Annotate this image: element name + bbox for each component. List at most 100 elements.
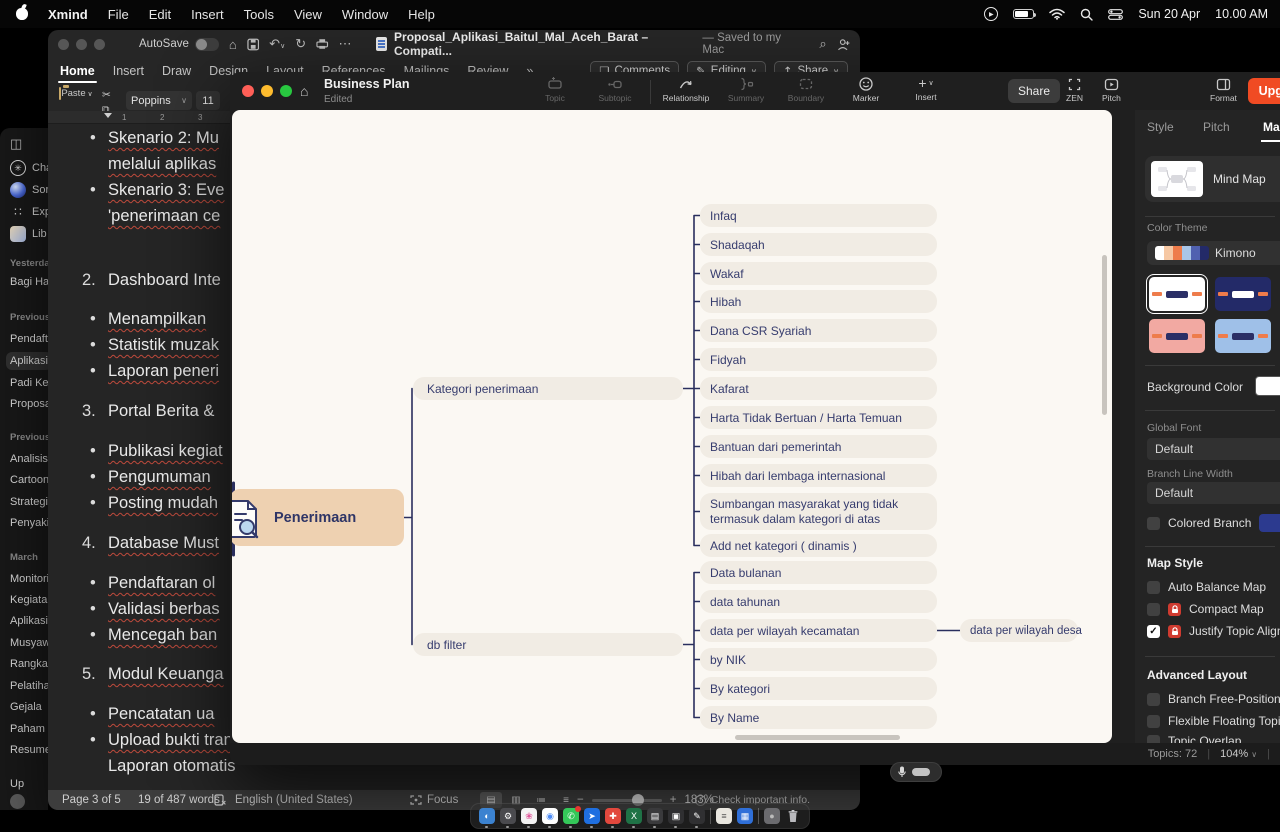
topic-by-kategori[interactable]: By kategori [700,677,937,700]
more-icon[interactable]: ⋯ [339,36,352,52]
insert-button[interactable]: + ∨ Insert [901,76,951,104]
menu-app-name[interactable]: Xmind [48,7,88,22]
menu-file[interactable]: File [108,7,129,22]
upgrade-button[interactable]: Upgrade [1248,78,1280,104]
justify-alignment-checkbox[interactable]: ✓ [1147,625,1160,638]
close-icon[interactable] [58,39,69,50]
dock-camera-app[interactable]: ▣ [668,808,684,824]
zen-button[interactable]: ZEN [1066,77,1083,103]
sidebar-item[interactable]: Paham [10,723,48,735]
menu-insert[interactable]: Insert [191,7,224,22]
menubar-date[interactable]: Sun 20 Apr [1138,7,1200,21]
user-avatar[interactable] [10,794,25,809]
sidebar-item[interactable]: Pendafta [10,333,48,345]
autosave-toggle[interactable] [195,38,219,51]
menu-help[interactable]: Help [408,7,435,22]
battery-icon[interactable] [1013,9,1034,19]
zoom-slider[interactable] [592,799,662,802]
sidebar-nav-explore[interactable]: ∷Exp [10,204,48,220]
format-button[interactable]: Format [1210,77,1237,103]
tab-home[interactable]: Home [60,64,95,78]
color-theme-select[interactable]: Kimono ∨ [1147,241,1280,265]
sidebar-toggle-icon[interactable]: ◫ [10,136,22,152]
sidebar-item[interactable]: Kegiatan [10,594,48,606]
dock-safari[interactable]: ➤ [584,808,600,824]
undo-icon[interactable]: ↶∨ [269,36,285,52]
topic-bantuan-pemerintah[interactable]: Bantuan dari pemerintah [700,435,937,458]
topic-kategori-penerimaan[interactable]: Kategori penerimaan [413,377,683,400]
proofing-icon[interactable] [214,794,226,806]
redo-icon[interactable]: ↻ [295,36,306,52]
dock-blue-app[interactable]: ▦ [737,808,753,824]
indent-marker[interactable] [104,113,112,118]
topic-data-desa[interactable]: data per wilayah desa [960,619,1078,642]
search-icon[interactable]: ⌕ [819,36,826,52]
dock-trash[interactable] [785,808,801,824]
dock-finder[interactable]: ◐ [479,808,495,824]
save-icon[interactable] [247,38,259,51]
topic-wakaf[interactable]: Wakaf [700,262,937,285]
sidebar-item[interactable]: Cartoon [10,474,48,486]
dock-settings[interactable]: ⚙ [500,808,516,824]
sidebar-item[interactable]: Analisis [10,453,48,465]
minimize-icon[interactable] [76,39,87,50]
marker-button[interactable]: Marker [841,76,891,104]
wifi-icon[interactable] [1049,8,1065,20]
dock-gray-app[interactable]: ● [764,808,780,824]
share-presence-icon[interactable] [837,38,850,51]
topic-harta-tidak-bertuan[interactable]: Harta Tidak Bertuan / Harta Temuan [700,406,937,429]
canvas-zoom-level[interactable]: 104% ∨ [1220,748,1257,760]
menu-tools[interactable]: Tools [244,7,274,22]
sidebar-nav-sora[interactable]: Sor [10,182,48,198]
sidebar-item[interactable]: Musyaw [10,637,48,649]
topic-dana-csr[interactable]: Dana CSR Syariah [700,319,937,342]
sidebar-item[interactable]: Strategi [10,496,48,508]
share-button[interactable]: Share [1008,79,1060,103]
zoom-window-icon[interactable] [94,39,105,50]
language-indicator[interactable]: English (United States) [235,794,353,806]
topic-by-nik[interactable]: by NIK [700,648,937,671]
dock-whatsapp[interactable]: ✆ [563,808,579,824]
branch-width-select[interactable]: Default [1147,482,1280,504]
sidebar-item[interactable]: Penyakit [10,517,48,529]
spotlight-icon[interactable] [1080,8,1093,21]
mindmap-canvas[interactable]: Penerimaan Kategori penerimaan db filter… [232,110,1112,743]
apple-icon[interactable] [16,8,28,20]
dictation-indicator[interactable] [890,762,942,782]
paste-button[interactable]: Paste ∨ [58,88,94,99]
menu-view[interactable]: View [294,7,322,22]
topic-button[interactable]: Topic [530,76,580,104]
topic-shadaqah[interactable]: Shadaqah [700,233,937,256]
minimize-icon[interactable] [261,85,273,97]
vertical-scrollbar[interactable] [1102,255,1107,415]
topic-data-kecamatan[interactable]: data per wilayah kecamatan [700,619,937,642]
theme-thumb-selected[interactable] [1149,277,1205,311]
auto-balance-checkbox[interactable] [1147,581,1160,594]
sidebar-item-selected[interactable]: Aplikasi [6,352,48,370]
tab-insert[interactable]: Insert [113,64,144,78]
sidebar-item[interactable]: Padi Ken [10,377,48,389]
print-icon[interactable] [316,38,328,50]
home-icon[interactable]: ⌂ [300,83,308,99]
zoom-window-icon[interactable] [280,85,292,97]
branch-free-positioning-checkbox[interactable] [1147,693,1160,706]
topic-kafarat[interactable]: Kafarat [700,377,937,400]
dock-chrome[interactable]: ◉ [542,808,558,824]
topic-hibah[interactable]: Hibah [700,290,937,313]
close-icon[interactable] [242,85,254,97]
sidebar-item[interactable]: Rangkai [10,658,48,670]
theme-thumb[interactable] [1149,319,1205,353]
summary-button[interactable]: Summary [721,76,771,104]
sidebar-item[interactable]: Monitori [10,573,48,585]
theme-thumb[interactable] [1215,319,1271,353]
sidebar-item[interactable]: Pelatiha [10,680,48,692]
sidebar-item[interactable]: Bagi Has [10,276,48,288]
home-icon[interactable]: ⌂ [229,37,237,52]
panel-tab-style[interactable]: Style [1147,120,1174,134]
dock-photos[interactable]: ❀ [521,808,537,824]
page-indicator[interactable]: Page 3 of 5 [62,794,121,806]
sidebar-nav-library[interactable]: Lib [10,226,47,242]
flexible-floating-topic-checkbox[interactable] [1147,715,1160,728]
dock-notes[interactable]: ≡ [716,808,732,824]
control-center-icon[interactable] [1108,9,1123,20]
